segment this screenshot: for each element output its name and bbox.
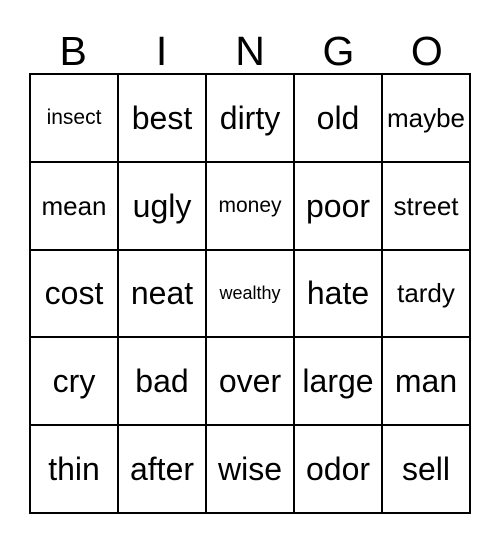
bingo-row: mean ugly money poor street <box>31 162 471 251</box>
bingo-header-letter-o: O <box>410 28 443 74</box>
bingo-cell[interactable]: sell <box>383 426 471 514</box>
bingo-cell[interactable]: street <box>383 162 471 251</box>
bingo-cell-word: money <box>218 194 282 218</box>
bingo-cell-word: large <box>302 363 374 400</box>
bingo-cell-word: old <box>316 99 360 136</box>
bingo-cell-word: dirty <box>219 99 281 136</box>
bingo-row: cry bad over large man <box>31 338 471 427</box>
bingo-cell-word: man <box>394 363 458 400</box>
bingo-header-letter-i: I <box>155 28 168 74</box>
bingo-cell[interactable]: neat <box>119 250 207 339</box>
bingo-cell[interactable]: large <box>295 338 383 427</box>
bingo-cell[interactable]: insect <box>31 75 119 163</box>
bingo-cell[interactable]: thin <box>31 426 119 514</box>
bingo-cell-word: hate <box>306 275 370 312</box>
bingo-cell[interactable]: old <box>295 75 383 163</box>
bingo-cell-word: tardy <box>397 278 455 309</box>
bingo-row: cost neat wealthy hate tardy <box>31 250 471 339</box>
bingo-cell-word: thin <box>48 451 100 488</box>
bingo-cell-word: maybe <box>386 102 466 133</box>
bingo-cell[interactable]: hate <box>295 250 383 339</box>
bingo-cell-word: over <box>218 363 282 400</box>
bingo-cell-word: sell <box>401 451 450 488</box>
bingo-cell-word: bad <box>135 363 189 400</box>
bingo-cell-word: neat <box>130 275 194 312</box>
bingo-cell-word: mean <box>41 190 107 221</box>
bingo-cell-word: street <box>393 190 459 221</box>
bingo-cell[interactable]: tardy <box>383 250 471 339</box>
bingo-cell[interactable]: maybe <box>383 75 471 163</box>
bingo-cell[interactable]: dirty <box>207 75 295 163</box>
bingo-cell[interactable]: ugly <box>119 162 207 251</box>
bingo-cell-word: ugly <box>132 187 192 224</box>
bingo-cell[interactable]: mean <box>31 162 119 251</box>
bingo-cell-word: cry <box>52 363 96 400</box>
bingo-cell-word: insect <box>46 106 102 130</box>
bingo-cell[interactable]: over <box>207 338 295 427</box>
bingo-header-letter-n: N <box>235 28 265 74</box>
bingo-cell[interactable]: bad <box>119 338 207 427</box>
bingo-row: insect best dirty old maybe <box>31 75 471 163</box>
bingo-cell[interactable]: cry <box>31 338 119 427</box>
bingo-card: B I N G O insect best dirty old maybe me… <box>29 14 471 514</box>
bingo-row: thin after wise odor sell <box>31 426 471 514</box>
bingo-cell[interactable]: man <box>383 338 471 427</box>
bingo-cell[interactable]: best <box>119 75 207 163</box>
bingo-cell[interactable]: wealthy <box>207 250 295 339</box>
bingo-cell-word: poor <box>305 187 371 224</box>
bingo-cell-word: wealthy <box>219 283 281 304</box>
bingo-cell[interactable]: odor <box>295 426 383 514</box>
bingo-cell-word: wise <box>217 451 282 488</box>
bingo-grid: insect best dirty old maybe mean ugly mo… <box>29 73 471 514</box>
bingo-header-letter-g: G <box>322 28 355 74</box>
bingo-header-letter-b: B <box>59 28 87 74</box>
bingo-header-row: B I N G O <box>29 14 471 73</box>
bingo-cell[interactable]: wise <box>207 426 295 514</box>
bingo-cell[interactable]: cost <box>31 250 119 339</box>
bingo-cell-word: best <box>131 99 193 136</box>
bingo-cell[interactable]: money <box>207 162 295 251</box>
bingo-cell-word: odor <box>305 451 371 488</box>
bingo-cell[interactable]: poor <box>295 162 383 251</box>
bingo-cell[interactable]: after <box>119 426 207 514</box>
bingo-cell-word: cost <box>44 275 104 312</box>
bingo-cell-word: after <box>129 451 195 488</box>
